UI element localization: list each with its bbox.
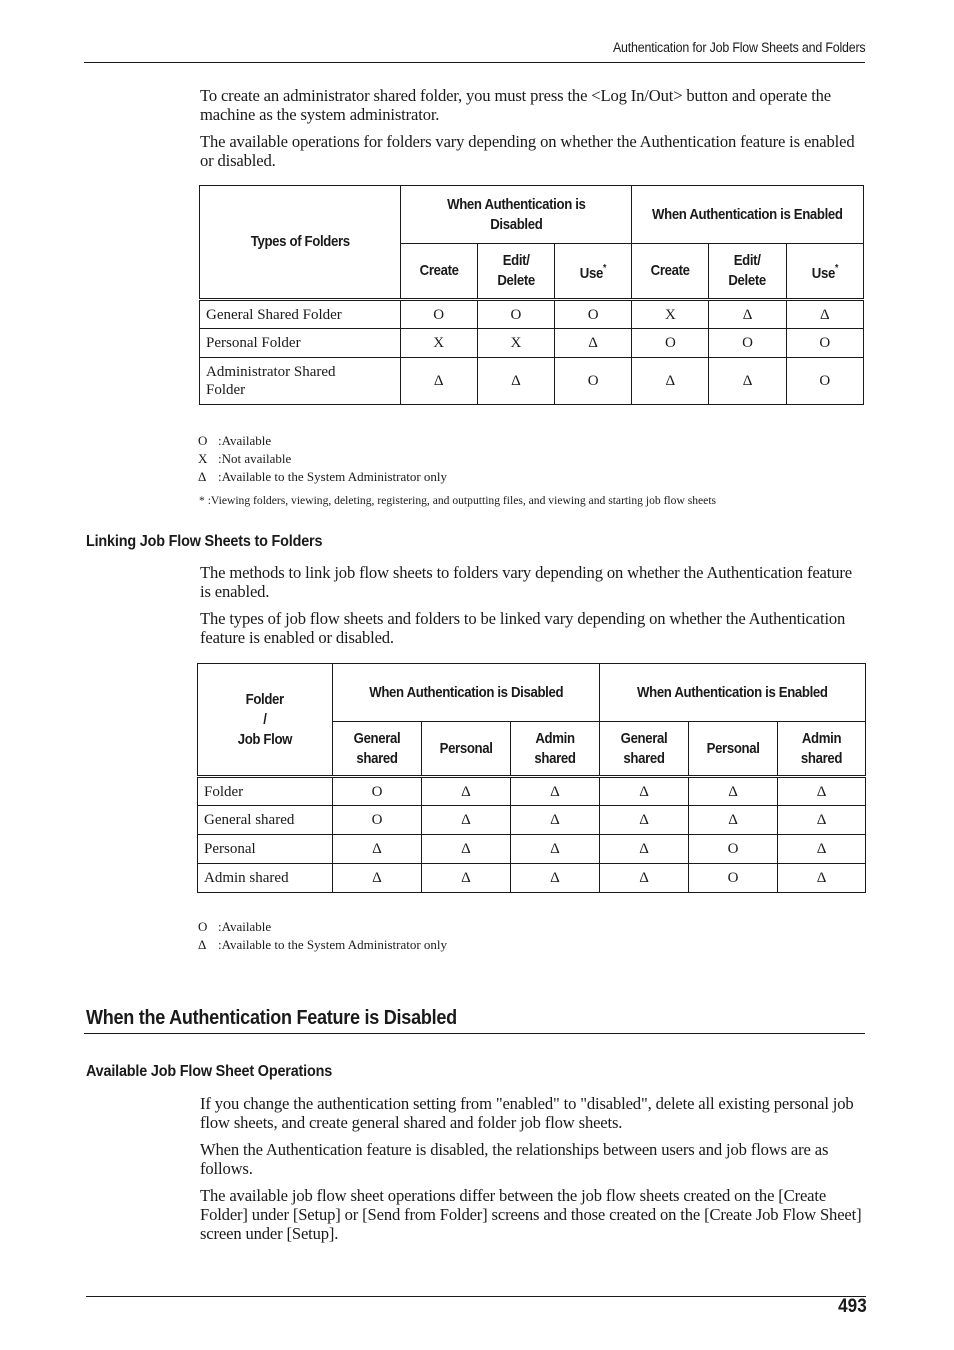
row-label: Admin shared <box>197 863 333 893</box>
running-header: Authentication for Job Flow Sheets and F… <box>612 40 865 55</box>
cell: O <box>399 298 478 329</box>
cell: O <box>708 328 787 358</box>
table2-col-header: General shared <box>599 721 690 777</box>
cell: Δ <box>777 834 867 864</box>
table2-group-header-enabled: When Authentication is Enabled <box>599 663 867 722</box>
table2-group-header-disabled: When Authentication is Disabled <box>331 663 601 722</box>
cell: Δ <box>777 775 867 806</box>
cell: Δ <box>399 357 478 405</box>
table2-col-header: Admin shared <box>777 721 867 777</box>
table-row: Personal Folder X X Δ O O O <box>199 328 865 358</box>
cell: O <box>332 775 422 806</box>
cell: O <box>631 328 710 358</box>
linking-paragraph-2: The types of job flow sheets and folders… <box>200 609 846 647</box>
linking-paragraph-1: The methods to link job flow sheets to f… <box>200 563 852 601</box>
cell: Δ <box>509 834 601 864</box>
cell: O <box>332 805 422 835</box>
table1-col-header: Use* <box>554 243 633 300</box>
table2-col-header: Personal <box>688 721 779 777</box>
disabled-paragraph-3: The available job flow sheet operations … <box>200 1186 862 1243</box>
cell: Δ <box>599 775 690 806</box>
cell: Δ <box>599 805 690 835</box>
table2-col-header: Admin shared <box>509 721 601 777</box>
table1-col-header: Create <box>399 243 478 300</box>
legend-table2: O:Available Δ:Available to the System Ad… <box>198 918 447 954</box>
cell: O <box>785 328 865 358</box>
cell: Δ <box>785 298 865 329</box>
cell: Δ <box>332 834 422 864</box>
row-label: General shared <box>197 805 333 835</box>
cell: X <box>476 328 556 358</box>
cell: Δ <box>688 805 779 835</box>
intro-paragraph-2: The available operations for folders var… <box>200 132 855 170</box>
disabled-paragraph-1: If you change the authentication setting… <box>200 1094 854 1132</box>
table1-group-header-disabled: When Authentication is Disabled <box>399 185 633 244</box>
cell: Δ <box>509 775 601 806</box>
legend-item: Δ:Available to the System Administrator … <box>198 469 448 484</box>
cell: Δ <box>599 863 690 893</box>
table-row: Admin shared Δ Δ Δ Δ O Δ <box>197 863 867 893</box>
cell: Δ <box>777 805 867 835</box>
legend-item: Δ:Available to the System Administrator … <box>198 937 448 952</box>
cell: X <box>399 328 478 358</box>
cell: O <box>785 357 865 405</box>
table-row: Folder O Δ Δ Δ Δ Δ <box>197 775 867 806</box>
table2-col-header: General shared <box>332 721 422 777</box>
row-label: General Shared Folder <box>199 298 401 329</box>
table1-row-header: Types of Folders <box>199 185 401 300</box>
row-label: Administrator Shared Folder <box>199 357 401 405</box>
footnote-use: * :Viewing folders, viewing, deleting, r… <box>199 494 717 507</box>
cell: Δ <box>631 357 710 405</box>
cell: Δ <box>599 834 690 864</box>
table1-group-header-enabled: When Authentication is Enabled <box>631 185 864 244</box>
cell: Δ <box>421 834 511 864</box>
row-label: Personal Folder <box>199 328 401 358</box>
subsection-heading-operations: Available Job Flow Sheet Operations <box>86 1063 333 1080</box>
table-row: General shared O Δ Δ Δ Δ Δ <box>197 805 867 835</box>
table-row: General Shared Folder O O O X Δ Δ <box>199 298 865 329</box>
section-rule <box>84 1033 865 1035</box>
linking-table: Folder / Job Flow When Authentication is… <box>197 663 867 893</box>
cell: Δ <box>332 863 422 893</box>
table1-col-header: Use* <box>785 243 865 300</box>
disabled-paragraph-2: When the Authentication feature is disab… <box>200 1140 829 1178</box>
row-label: Folder <box>197 775 333 806</box>
legend-item: X:Not available <box>198 451 292 466</box>
cell: Δ <box>421 805 511 835</box>
page-number: 493 <box>838 1296 867 1317</box>
cell: Δ <box>421 863 511 893</box>
table2-col-header: Personal <box>421 721 511 777</box>
legend-table1: O:Available X:Not available Δ:Available … <box>198 432 447 486</box>
cell: O <box>554 357 633 405</box>
cell: Δ <box>509 863 601 893</box>
cell: Δ <box>708 357 787 405</box>
table1-col-header: Edit/ Delete <box>476 243 556 300</box>
section-heading-linking: Linking Job Flow Sheets to Folders <box>86 533 323 550</box>
cell: Δ <box>421 775 511 806</box>
cell: X <box>631 298 710 329</box>
legend-item: O:Available <box>198 433 272 448</box>
row-label: Personal <box>197 834 333 864</box>
table1-col-header: Create <box>631 243 710 300</box>
cell: O <box>554 298 633 329</box>
table1-col-header: Edit/ Delete <box>708 243 787 300</box>
legend-item: O:Available <box>198 919 272 934</box>
intro-paragraph-1: To create an administrator shared folder… <box>200 86 832 124</box>
cell: Δ <box>509 805 601 835</box>
cell: Δ <box>476 357 556 405</box>
cell: Δ <box>554 328 633 358</box>
folder-operations-table: Types of Folders When Authentication is … <box>199 185 865 405</box>
footer-rule <box>86 1296 866 1298</box>
header-rule <box>84 62 865 64</box>
section-heading-disabled: When the Authentication Feature is Disab… <box>86 1006 457 1029</box>
table-row: Personal Δ Δ Δ Δ O Δ <box>197 834 867 864</box>
cell: O <box>476 298 556 329</box>
cell: O <box>688 834 779 864</box>
table-row: Administrator Shared Folder Δ Δ O Δ Δ O <box>199 357 865 405</box>
cell: Δ <box>777 863 867 893</box>
cell: O <box>688 863 779 893</box>
table2-row-header: Folder / Job Flow <box>197 663 333 777</box>
cell: Δ <box>688 775 779 806</box>
cell: Δ <box>708 298 787 329</box>
